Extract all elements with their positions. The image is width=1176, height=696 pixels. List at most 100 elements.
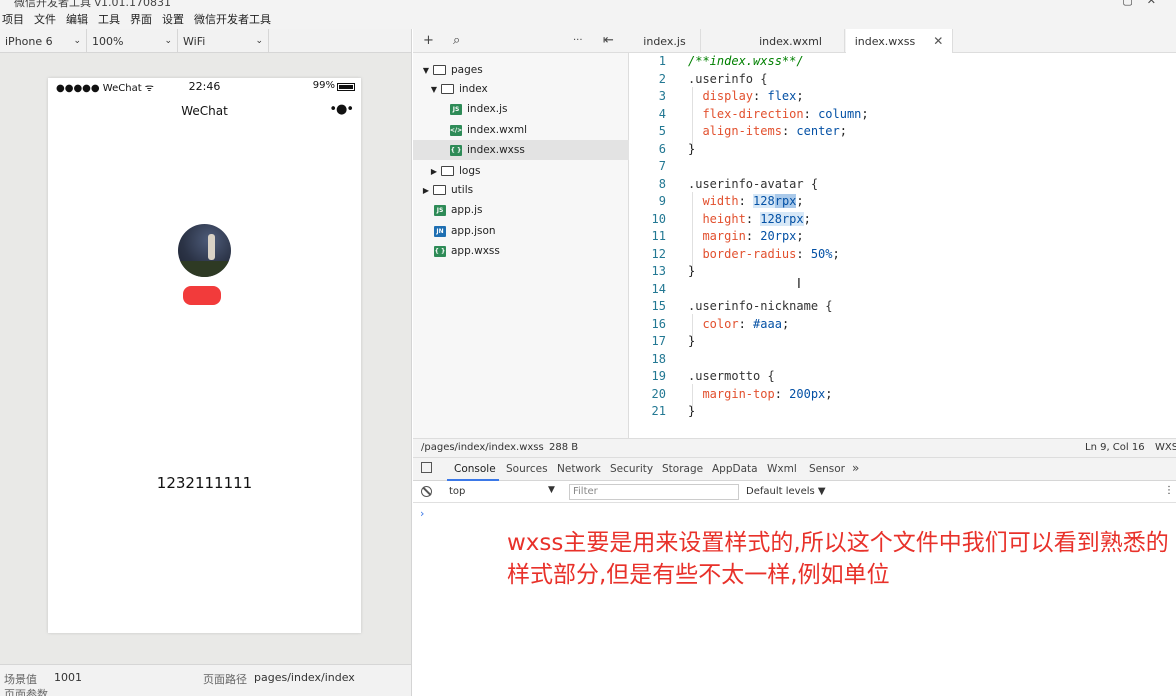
css-value: 50% — [810, 246, 833, 261]
menu-file[interactable]: 文件 — [34, 11, 56, 27]
line-number: 20 — [651, 386, 666, 401]
code-selector: .usermotto { — [688, 369, 775, 383]
window-controls[interactable]: ▢✕ — [1122, 0, 1170, 7]
simulator-toolbar: iPhone 6 ⌄ 100% ⌄ WiFi ⌄ — [0, 29, 411, 53]
tab-sources[interactable]: Sources — [506, 463, 548, 475]
editor-status-bar: /pages/index/index.wxss 288 B Ln 9, Col … — [413, 438, 1176, 458]
simulator-panel: iPhone 6 ⌄ 100% ⌄ WiFi ⌄ ●●●●● WeChat ᯤ … — [0, 29, 412, 696]
css-property: align-items — [702, 124, 782, 138]
tree-folder-index[interactable]: ▼ index — [413, 79, 629, 99]
collapse-icon[interactable]: ⇤ — [603, 33, 614, 48]
usermotto-text: 1232111111 — [156, 474, 253, 492]
console-filter-input[interactable]: Filter — [569, 484, 739, 500]
tab-storage[interactable]: Storage — [662, 463, 703, 475]
css-property: margin-top — [702, 386, 775, 401]
tab-network[interactable]: Network — [557, 463, 601, 475]
tree-file-app-wxss[interactable]: { } app.wxss — [413, 241, 629, 261]
device-select[interactable]: iPhone 6 ⌄ — [0, 29, 87, 53]
wxss-file-icon: { } — [434, 245, 446, 257]
code-editor[interactable]: 1 2 3 4 5 6 7 8 9 10 11 12 13 14 15 16 1… — [629, 53, 1176, 438]
tree-folder-utils[interactable]: ▶ utils — [413, 180, 629, 200]
menu-settings[interactable]: 设置 — [162, 11, 184, 27]
code-line: } — [688, 404, 695, 418]
tree-folder-pages[interactable]: ▼ pages — [413, 60, 629, 80]
line-number: 18 — [651, 351, 666, 366]
chevron-down-icon: ⌄ — [73, 36, 81, 46]
search-icon[interactable]: ⌕ — [453, 33, 460, 48]
tree-file-index-js[interactable]: JS index.js — [413, 99, 629, 119]
tab-security[interactable]: Security — [610, 463, 653, 475]
tab-index-wxss[interactable]: index.wxss ✕ — [846, 29, 953, 54]
log-levels-select[interactable]: Default levels ▼ — [746, 486, 826, 497]
menu-project[interactable]: 项目 — [2, 11, 24, 27]
clear-console-icon[interactable] — [421, 486, 432, 497]
console-output[interactable]: › wxss主要是用来设置样式的,所以这个文件中我们可以看到熟悉的样式部分,但是… — [413, 503, 1176, 696]
restore-icon[interactable]: ▢ — [1122, 0, 1146, 7]
cursor-position[interactable]: Ln 9, Col 16 — [1085, 442, 1145, 453]
zoom-select[interactable]: 100% ⌄ — [87, 29, 178, 53]
collapsed-icon: ▶ — [430, 166, 438, 176]
tab-sensor[interactable]: Sensor — [809, 463, 845, 475]
language-mode[interactable]: WXSS — [1155, 442, 1176, 453]
file-size: 288 B — [549, 442, 579, 453]
menu-devtools[interactable]: 微信开发者工具 — [194, 11, 271, 27]
context-arrow-icon[interactable]: ▼ — [548, 485, 555, 495]
code-line: color: #aaa; — [702, 316, 790, 331]
context-select[interactable]: top — [449, 486, 465, 497]
tree-folder-logs[interactable]: ▶ logs — [413, 161, 629, 181]
tree-file-index-wxml[interactable]: </> index.wxml — [413, 120, 629, 140]
menu-edit[interactable]: 编辑 — [66, 11, 88, 27]
tab-wxml[interactable]: Wxml — [767, 463, 797, 475]
line-number: 2 — [658, 71, 666, 86]
tree-label: utils — [451, 184, 474, 196]
folder-icon — [433, 65, 446, 75]
avatar-figure — [208, 234, 215, 260]
tab-label: index.wxss — [854, 34, 916, 48]
avatar-ground — [178, 261, 231, 277]
file-path: /pages/index/index.wxss — [421, 442, 544, 453]
css-value: column — [818, 106, 862, 121]
phone-nav-bar: WeChat •●• — [48, 102, 361, 122]
tab-appdata[interactable]: AppData — [712, 463, 758, 475]
close-window-icon[interactable]: ✕ — [1147, 0, 1170, 7]
code-selector: .userinfo-nickname { — [688, 299, 833, 313]
tab-label: index.js — [643, 34, 686, 48]
battery-icon — [337, 83, 355, 91]
window-title: 微信开发者工具 v1.01.170831 — [14, 0, 171, 9]
css-value: #aaa — [753, 316, 782, 331]
more-icon[interactable]: •●• — [329, 102, 354, 117]
line-number: 15 — [651, 299, 666, 313]
code-brace: } — [688, 141, 696, 156]
expanded-icon: ▼ — [422, 65, 430, 75]
css-unit-highlight: rpx — [781, 211, 804, 226]
css-property: height — [702, 211, 746, 226]
tab-index-wxml[interactable]: index.wxml — [737, 29, 845, 53]
add-icon[interactable]: + — [423, 33, 434, 48]
scene-value: 1001 — [54, 671, 82, 684]
network-select[interactable]: WiFi ⌄ — [178, 29, 269, 53]
console-settings-icon[interactable]: ⋮ — [1164, 485, 1174, 496]
tree-file-app-js[interactable]: JS app.js — [413, 200, 629, 220]
inspect-icon[interactable] — [421, 462, 432, 473]
menu-tools[interactable]: 工具 — [98, 11, 120, 27]
code-brace: } — [688, 404, 696, 418]
more-tabs-icon[interactable]: » — [852, 461, 859, 475]
css-unit-selected: rpx — [774, 194, 797, 208]
code-line: display: flex; — [702, 89, 804, 103]
menu-view[interactable]: 界面 — [130, 11, 152, 27]
app-window: 微信开发者工具 v1.01.170831 ▢✕ 项目 文件 编辑 工具 界面 设… — [0, 0, 1176, 696]
code-brace: } — [688, 334, 696, 348]
devtools-tabs: Console Sources Network Security Storage… — [413, 458, 1176, 481]
tree-file-app-json[interactable]: JN app.json — [413, 221, 629, 241]
line-number: 1 — [658, 54, 666, 68]
css-property: margin — [702, 229, 746, 243]
code-line: } — [688, 334, 695, 348]
more-icon[interactable]: ··· — [573, 35, 583, 46]
tree-file-index-wxss[interactable]: { } index.wxss — [413, 140, 629, 160]
tab-index-js[interactable]: index.js — [629, 29, 701, 53]
tree-label: index.wxss — [467, 144, 525, 156]
folder-icon — [441, 166, 454, 176]
tab-console[interactable]: Console — [454, 463, 496, 475]
code-selector: .userinfo { — [688, 71, 768, 86]
close-icon[interactable]: ✕ — [933, 34, 943, 48]
